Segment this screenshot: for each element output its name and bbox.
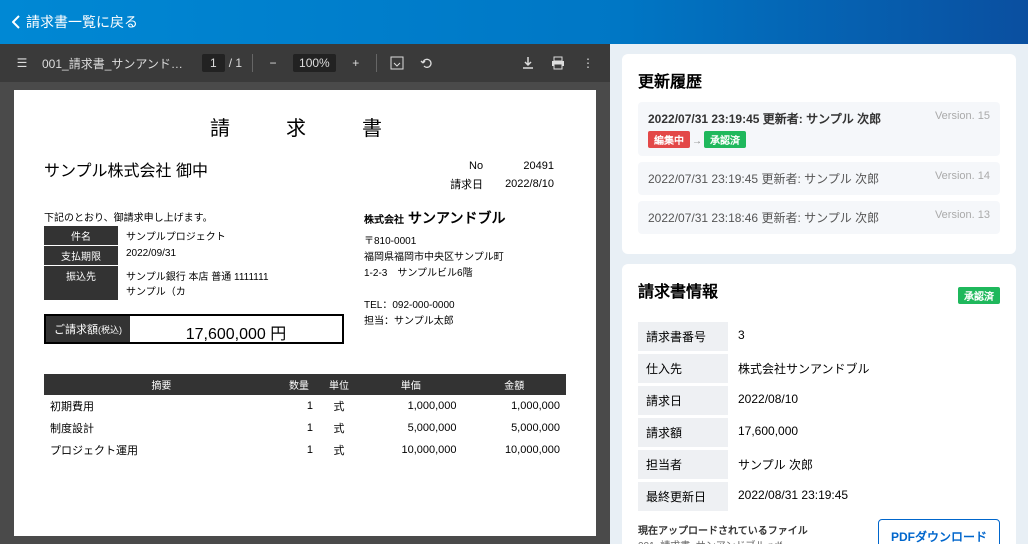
total-box: ご請求額(税込) 17,600,000 円 [44,314,344,344]
menu-icon[interactable]: ☰ [12,53,32,73]
info-row: 請求額17,600,000 [638,418,1000,447]
separator [376,54,377,72]
pdf-canvas[interactable]: 請 求 書 サンプル株式会社 御中 No20491 請求日2022/8/10 下… [0,82,610,544]
pdf-viewer: ☰ 001_請求書_サンアンドブル.... 1 / 1 − 100% + ⋮ 請… [0,44,610,544]
details-panel: 請求書情報 承認済 請求書番号3 仕入先株式会社サンアンドブル請求日2022/08… [622,264,1016,544]
zoom-in-icon[interactable]: + [346,53,366,73]
history-panel: 更新履歴 2022/07/31 23:19:45 更新者: サンプル 次郎編集中… [622,54,1016,254]
details-title: 請求書情報 [638,278,718,302]
side-pane: 更新履歴 2022/07/31 23:19:45 更新者: サンプル 次郎編集中… [610,44,1028,544]
download-icon[interactable] [518,53,538,73]
table-row: プロジェクト運用1式10,000,00010,000,000 [44,439,566,461]
intro-text: 下記のとおり、御請求申し上げます。 [44,209,344,224]
status-badge: 承認済 [958,287,1000,304]
info-row: 担当者サンプル 次郎 [638,450,1000,479]
top-bar: 請求書一覧に戻る [0,0,1028,44]
history-item[interactable]: 2022/07/31 23:18:46 更新者: サンプル 次郎Version.… [638,201,1000,234]
line-items-table: 摘要 数量 単位 単価 金額 初期費用1式1,000,0001,000,000制… [44,374,566,461]
page-indicator: 1 / 1 [202,54,242,72]
page-current[interactable]: 1 [202,54,225,72]
invoice-meta: No20491 請求日2022/8/10 [438,157,566,195]
vendor-info: 株式会社サンアンドブル 〒810-0001 福岡県福岡市中央区サンプル町 1-2… [364,201,566,344]
main-layout: ☰ 001_請求書_サンアンドブル.... 1 / 1 − 100% + ⋮ 請… [0,44,1028,544]
history-item[interactable]: 2022/07/31 23:19:45 更新者: サンプル 次郎編集中→承認済V… [638,102,1000,156]
info-row: 請求日2022/08/10 [638,386,1000,415]
back-label: 請求書一覧に戻る [26,12,138,32]
info-row: 仕入先株式会社サンアンドブル [638,354,1000,383]
pdf-filename: 001_請求書_サンアンドブル.... [42,55,192,72]
fit-page-icon[interactable] [387,53,407,73]
uploaded-file: 現在アップロードされているファイル 001_請求書_サンアンドブル.pdf [638,522,808,544]
more-icon[interactable]: ⋮ [578,53,598,73]
history-item[interactable]: 2022/07/31 23:19:45 更新者: サンプル 次郎Version.… [638,162,1000,195]
chevron-left-icon [12,15,20,29]
history-title: 更新履歴 [638,68,1000,92]
back-link[interactable]: 請求書一覧に戻る [12,12,138,32]
client-name: サンプル株式会社 御中 [44,157,208,195]
rotate-icon[interactable] [417,53,437,73]
page-total: / 1 [229,56,242,70]
zoom-out-icon[interactable]: − [263,53,283,73]
separator [252,54,253,72]
info-row: 最終更新日2022/08/31 23:19:45 [638,482,1000,511]
pdf-page: 請 求 書 サンプル株式会社 御中 No20491 請求日2022/8/10 下… [14,90,596,536]
pdf-toolbar: ☰ 001_請求書_サンアンドブル.... 1 / 1 − 100% + ⋮ [0,44,610,82]
table-row: 制度設計1式5,000,0005,000,000 [44,417,566,439]
info-row: 請求書番号3 [638,322,1000,351]
download-pdf-button[interactable]: PDFダウンロード [878,519,1000,544]
table-row: 初期費用1式1,000,0001,000,000 [44,395,566,417]
invoice-title: 請 求 書 [44,112,566,141]
print-icon[interactable] [548,53,568,73]
zoom-level[interactable]: 100% [293,54,336,72]
